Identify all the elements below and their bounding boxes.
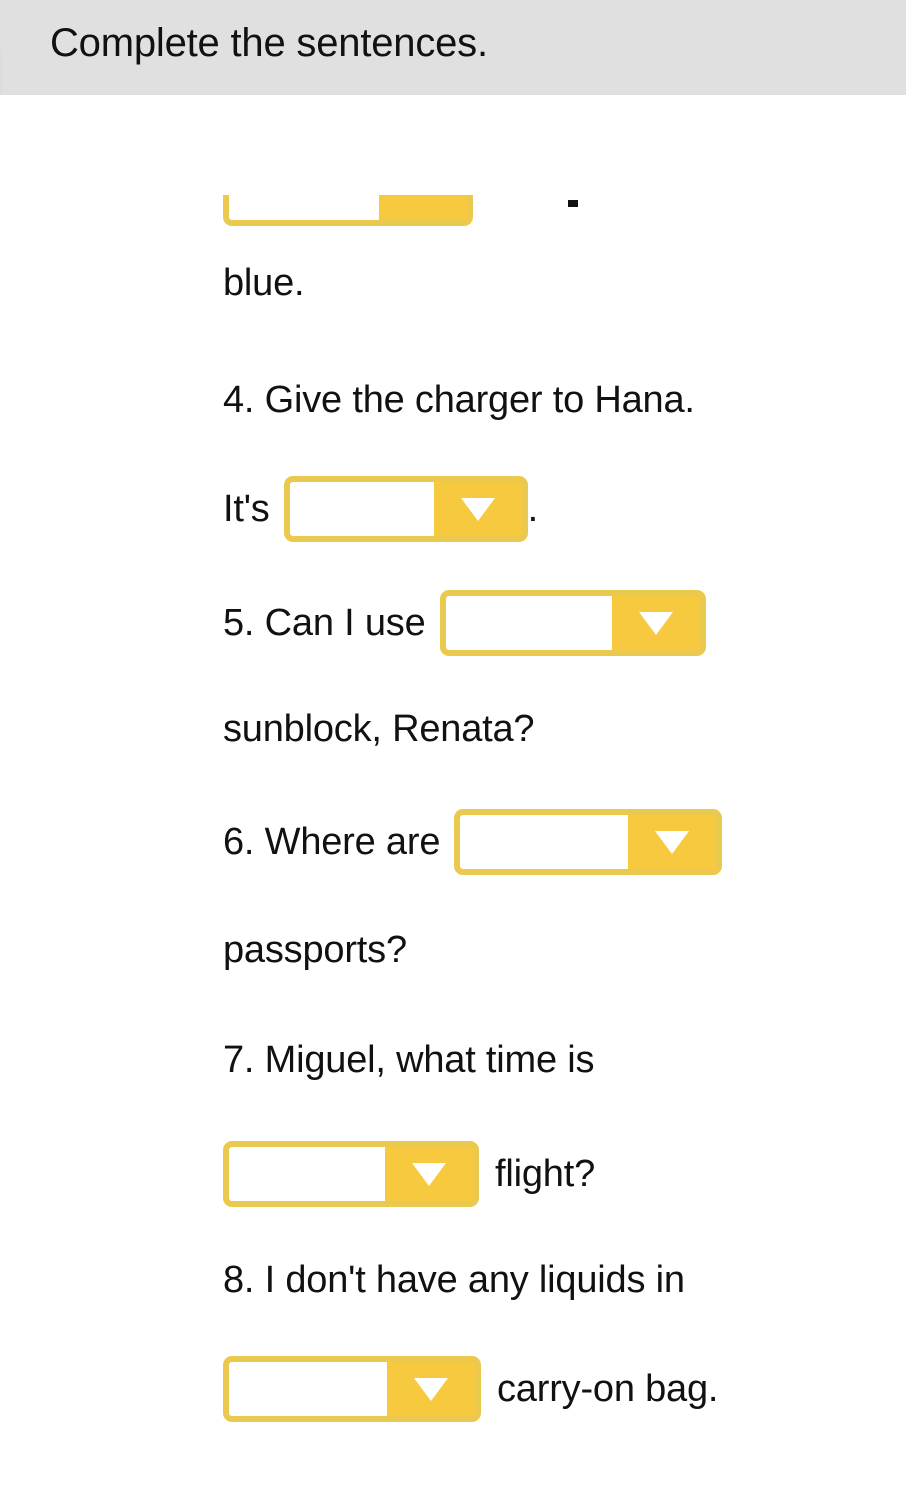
clipped-punctuation: [568, 200, 578, 207]
caret-glyph: [655, 830, 690, 854]
sentence-line-q6-cont: passports?: [223, 928, 407, 972]
dropdown-q8[interactable]: [223, 1356, 481, 1422]
chevron-down-icon[interactable]: [628, 815, 717, 869]
exercise-screen: Complete the sentences. blue. 4. Give th…: [0, 0, 906, 1501]
sentence-text-after: .: [527, 488, 539, 530]
sentence-text: sunblock, Renata?: [223, 708, 535, 750]
caret-glyph: [460, 497, 495, 521]
caret-glyph: [412, 1162, 446, 1186]
sentence-text-before: 6. Where are: [223, 821, 441, 863]
dropdown-q4-value[interactable]: [289, 482, 434, 536]
caret-glyph: [638, 611, 673, 635]
sentence-text: passports?: [223, 929, 407, 971]
chevron-down-icon[interactable]: [379, 195, 467, 220]
sentence-text-before: 5. Can I use: [223, 602, 426, 644]
dropdown-q5-value[interactable]: [445, 596, 612, 650]
exercise-content: blue. 4. Give the charger to Hana. It's …: [0, 95, 906, 1501]
sentence-line-q7-answer: flight?: [223, 1141, 595, 1207]
dropdown-q7-value[interactable]: [229, 1147, 385, 1201]
sentence-text: 4. Give the charger to Hana.: [223, 379, 695, 421]
chevron-down-icon[interactable]: [433, 482, 522, 536]
sentence-line-blue: blue.: [223, 261, 305, 305]
sentence-line-q8-answer: carry-on bag.: [223, 1356, 718, 1422]
chevron-down-icon[interactable]: [611, 596, 700, 650]
sentence-line-q5-cont: sunblock, Renata?: [223, 707, 535, 751]
dropdown-q7[interactable]: [223, 1141, 479, 1207]
sentence-text-before: It's: [223, 488, 270, 530]
chevron-down-icon[interactable]: [387, 1362, 475, 1416]
sentence-line-q4: 4. Give the charger to Hana.: [223, 378, 695, 422]
sentence-line-q7: 7. Miguel, what time is: [223, 1038, 595, 1082]
caret-glyph: [414, 1377, 448, 1401]
dropdown-q8-value[interactable]: [229, 1362, 387, 1416]
header-band: Complete the sentences.: [0, 0, 906, 95]
sentence-text-after: carry-on bag.: [497, 1368, 719, 1410]
dropdown-top-value[interactable]: [229, 195, 379, 220]
chevron-down-icon[interactable]: [385, 1147, 473, 1201]
sentence-line-q6: 6. Where are: [223, 809, 723, 875]
dropdown-top-body: [223, 195, 473, 226]
sentence-line-q8: 8. I don't have any liquids in: [223, 1258, 685, 1302]
dropdown-q4[interactable]: [283, 476, 528, 542]
sentence-text-after: flight?: [495, 1153, 596, 1195]
sentence-line-q5: 5. Can I use: [223, 590, 706, 656]
sentence-text: 7. Miguel, what time is: [223, 1039, 595, 1081]
dropdown-q6-value[interactable]: [460, 815, 629, 869]
page-title: Complete the sentences.: [50, 21, 488, 65]
dropdown-q5[interactable]: [439, 590, 706, 656]
dropdown-q6[interactable]: [454, 809, 723, 875]
sentence-text: blue.: [223, 262, 305, 304]
dropdown-top-clipped[interactable]: [223, 195, 473, 226]
sentence-line-q4-answer: It's .: [223, 476, 538, 542]
sentence-text: 8. I don't have any liquids in: [223, 1259, 685, 1301]
